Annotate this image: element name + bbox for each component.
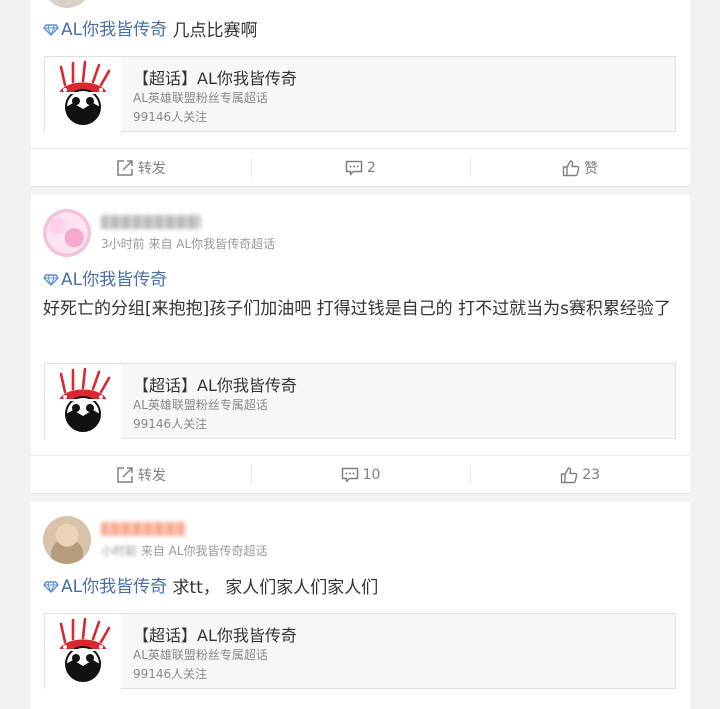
supertopic-title: 【超话】AL你我皆传奇 xyxy=(133,376,297,395)
repost-icon xyxy=(116,159,134,177)
supertopic-fans: 99146人关注 xyxy=(133,417,208,431)
supertopic-logo-icon xyxy=(45,364,121,440)
post-meta: 3小时前 来自 AL你我皆传奇超话 xyxy=(101,237,276,251)
supertopic-card[interactable]: 【超话】AL你我皆传奇 AL英雄联盟粉丝专属超话 99146人关注 xyxy=(44,56,676,133)
post-text: AL你我皆传奇 好死亡的分组[来抱抱]孩子们加油吧 打得过钱是自己的 打不过就当… xyxy=(43,266,678,323)
post-card: 小时前 来自 AL你我皆传奇超话 AL你我皆传奇 求tt， 家人们家人们家人们 … xyxy=(31,502,690,709)
topic-link[interactable]: AL你我皆传奇 xyxy=(43,266,167,294)
gem-icon xyxy=(43,274,59,286)
comment-button[interactable]: 10 xyxy=(250,456,471,493)
topic-link[interactable]: AL你我皆传奇 xyxy=(43,573,167,601)
repost-button[interactable]: 转发 xyxy=(31,149,251,186)
supertopic-card[interactable]: 【超话】AL你我皆传奇 AL英雄联盟粉丝专属超话 99146人关注 xyxy=(44,363,676,440)
supertopic-logo-icon xyxy=(45,57,121,133)
comment-button[interactable]: 2 xyxy=(250,149,471,186)
gem-icon xyxy=(43,24,59,36)
avatar[interactable] xyxy=(43,516,91,564)
like-button[interactable]: 赞 xyxy=(470,149,690,186)
like-icon xyxy=(562,159,580,177)
supertopic-title: 【超话】AL你我皆传奇 xyxy=(133,626,297,645)
supertopic-desc: AL英雄联盟粉丝专属超话 xyxy=(133,398,268,412)
action-bar: 转发 2 赞 xyxy=(31,148,690,186)
repost-button[interactable]: 转发 xyxy=(31,456,251,493)
username-blurred[interactable] xyxy=(101,522,185,536)
supertopic-desc: AL英雄联盟粉丝专属超话 xyxy=(133,91,268,105)
comment-icon xyxy=(341,466,359,484)
repost-icon xyxy=(116,466,134,484)
supertopic-desc: AL英雄联盟粉丝专属超话 xyxy=(133,648,268,662)
supertopic-logo-icon xyxy=(45,614,121,690)
post-card: 3小时前 来自 AL你我皆传奇超话 AL你我皆传奇 好死亡的分组[来抱抱]孩子们… xyxy=(31,195,690,494)
comment-icon xyxy=(345,159,363,177)
post-text: AL你我皆传奇 求tt， 家人们家人们家人们 xyxy=(43,573,678,602)
username-blurred[interactable] xyxy=(101,215,201,229)
supertopic-card[interactable]: 【超话】AL你我皆传奇 AL英雄联盟粉丝专属超话 99146人关注 xyxy=(44,613,676,690)
avatar[interactable] xyxy=(43,0,91,8)
avatar[interactable] xyxy=(43,209,91,257)
supertopic-fans: 99146人关注 xyxy=(133,110,208,124)
post-card: AL你我皆传奇 几点比赛啊 【超话】AL你我皆传奇 AL英雄联盟粉丝专属超话 9… xyxy=(31,0,690,187)
supertopic-title: 【超话】AL你我皆传奇 xyxy=(133,69,297,88)
post-text: AL你我皆传奇 几点比赛啊 xyxy=(43,16,678,45)
action-bar: 转发 10 23 xyxy=(31,455,690,493)
gem-icon xyxy=(43,581,59,593)
supertopic-fans: 99146人关注 xyxy=(133,667,208,681)
like-icon xyxy=(560,466,578,484)
topic-link[interactable]: AL你我皆传奇 xyxy=(43,16,167,44)
like-button[interactable]: 23 xyxy=(470,456,690,493)
post-meta: 小时前 来自 AL你我皆传奇超话 xyxy=(101,544,268,558)
